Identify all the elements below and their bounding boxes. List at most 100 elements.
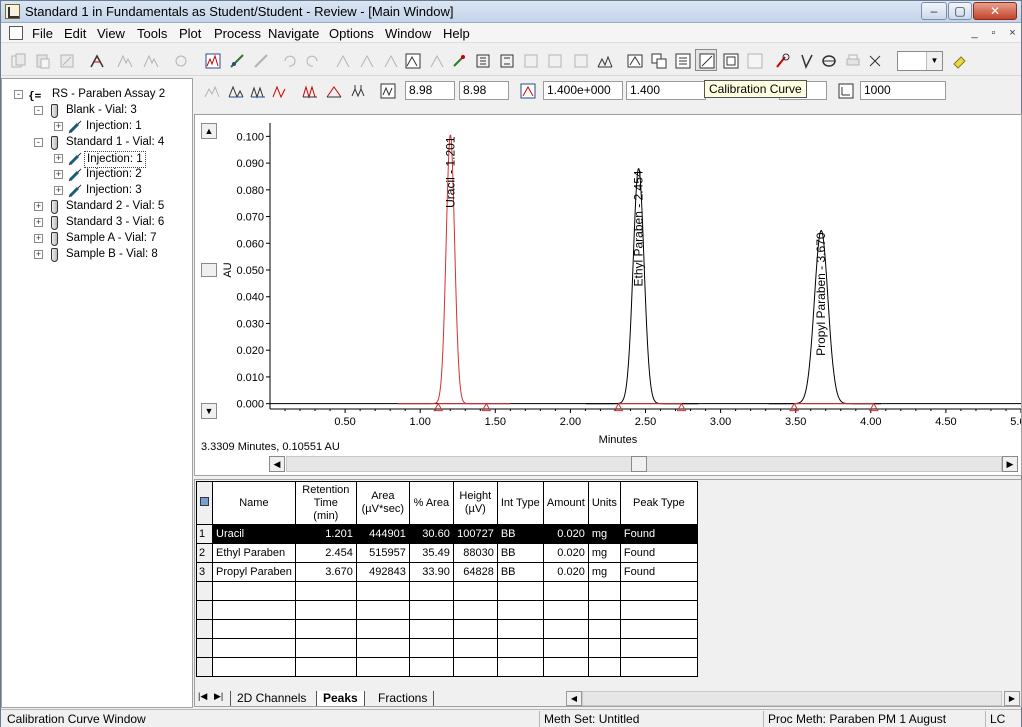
cell-height[interactable]: 88030 — [452, 543, 498, 563]
toolbar-print-icon[interactable] — [841, 49, 863, 71]
empty-cell[interactable] — [587, 638, 621, 658]
toolbar-peak2-icon[interactable] — [139, 49, 161, 71]
empty-cell[interactable] — [355, 638, 410, 658]
row-number[interactable] — [196, 600, 213, 620]
toolbar-refresh-icon[interactable] — [169, 49, 191, 71]
toolbar-copy-icon[interactable] — [7, 49, 29, 71]
expand-icon[interactable]: + — [54, 122, 63, 131]
chevron-down-icon[interactable]: ▼ — [926, 52, 942, 70]
empty-cell[interactable] — [355, 581, 410, 601]
empty-cell[interactable] — [408, 638, 454, 658]
grid-scroll-right-button[interactable]: ▶ — [1004, 691, 1020, 706]
empty-cell[interactable] — [496, 638, 544, 658]
grid-scroll-left-button[interactable]: ◀ — [566, 691, 582, 706]
cell-amount[interactable]: 0.020 — [542, 543, 589, 563]
cell-pct[interactable]: 30.60 — [408, 524, 454, 544]
plot-tool5-icon[interactable] — [298, 79, 320, 101]
empty-cell[interactable] — [212, 600, 296, 620]
empty-cell[interactable] — [587, 581, 621, 601]
table-row[interactable]: 3 Propyl Paraben 3.670 492843 33.90 64828 BB 0.… — [196, 562, 698, 582]
cell-type[interactable]: Found — [619, 562, 698, 582]
cell-area[interactable]: 492843 — [355, 562, 410, 582]
col-pct-area[interactable]: % Area — [408, 481, 454, 525]
empty-cell[interactable] — [619, 581, 698, 601]
row-number[interactable]: 2 — [196, 543, 213, 563]
toolbar-event10-icon[interactable] — [543, 49, 565, 71]
toolbar-tool4-icon[interactable] — [863, 49, 885, 71]
menu-options[interactable]: Options — [329, 26, 374, 41]
cell-height[interactable]: 100727 — [452, 524, 498, 544]
row-number[interactable] — [196, 619, 213, 639]
empty-cell[interactable] — [496, 600, 544, 620]
menu-edit[interactable]: Edit — [64, 26, 86, 41]
empty-cell[interactable] — [408, 657, 454, 677]
col-units[interactable]: Units — [587, 481, 621, 525]
empty-row[interactable] — [196, 581, 698, 601]
empty-cell[interactable] — [212, 581, 296, 601]
empty-cell[interactable] — [542, 619, 589, 639]
collapse-icon[interactable]: - — [34, 106, 43, 115]
cell-int[interactable]: BB — [496, 562, 544, 582]
collapse-icon[interactable]: - — [34, 138, 43, 147]
empty-cell[interactable] — [542, 657, 589, 677]
row-number[interactable]: 3 — [196, 562, 213, 582]
expand-icon[interactable]: + — [34, 250, 43, 259]
plot-yscale-icon[interactable] — [516, 79, 538, 101]
tab-peaks[interactable]: Peaks — [316, 691, 365, 706]
empty-cell[interactable] — [619, 619, 698, 639]
menu-navigate[interactable]: Navigate — [268, 26, 319, 41]
toolbar-calibration-curve-icon[interactable] — [695, 49, 717, 71]
toolbar-view3-icon[interactable] — [671, 49, 693, 71]
toolbar-view2-icon[interactable] — [647, 49, 669, 71]
empty-cell[interactable] — [587, 657, 621, 677]
toolbar-event7-icon[interactable] — [471, 49, 493, 71]
plot-tool7-icon[interactable] — [346, 79, 368, 101]
cell-units[interactable]: mg — [587, 562, 621, 582]
grid-corner-icon[interactable] — [196, 481, 213, 525]
cell-area[interactable]: 515957 — [355, 543, 410, 563]
toolbar-view6-icon[interactable] — [743, 49, 765, 71]
table-row[interactable]: 1 Uracil 1.201 444901 30.60 100727 BB 0.020 mg Fo… — [196, 524, 698, 544]
plot-scale-icon[interactable] — [834, 79, 856, 101]
empty-cell[interactable] — [355, 619, 410, 639]
menu-help[interactable]: Help — [443, 26, 470, 41]
empty-cell[interactable] — [212, 638, 296, 658]
empty-cell[interactable] — [496, 619, 544, 639]
toolbar-event8-icon[interactable] — [495, 49, 517, 71]
col-int-type[interactable]: Int Type — [496, 481, 544, 525]
expand-icon[interactable]: + — [34, 234, 43, 243]
empty-cell[interactable] — [619, 638, 698, 658]
toolbar-paste-icon[interactable] — [31, 49, 53, 71]
toolbar-peak1-icon[interactable] — [113, 49, 135, 71]
empty-row[interactable] — [196, 638, 698, 658]
toolbar-event6-icon[interactable] — [447, 49, 469, 71]
empty-cell[interactable] — [212, 619, 296, 639]
close-button[interactable]: ✕ — [973, 2, 1017, 20]
empty-cell[interactable] — [542, 638, 589, 658]
cell-pct[interactable]: 33.90 — [408, 562, 454, 582]
cell-name[interactable]: Propyl Paraben — [212, 562, 296, 582]
empty-cell[interactable] — [294, 638, 357, 658]
empty-cell[interactable] — [355, 600, 410, 620]
empty-cell[interactable] — [619, 657, 698, 677]
cell-units[interactable]: mg — [587, 543, 621, 563]
toolbar-event1-icon[interactable] — [331, 49, 353, 71]
document-icon[interactable] — [9, 26, 23, 40]
plot-field-3[interactable]: 1.400e+000 — [543, 81, 623, 100]
plot-tool4-icon[interactable] — [268, 79, 290, 101]
toolbar-export-icon[interactable] — [55, 49, 77, 71]
plot-field-4[interactable]: 1.400 — [626, 81, 706, 100]
expand-icon[interactable]: + — [54, 154, 63, 163]
plot-tool3-icon[interactable] — [246, 79, 268, 101]
grid-scroll-track[interactable] — [582, 691, 1002, 706]
cell-rt[interactable]: 3.670 — [294, 562, 357, 582]
empty-cell[interactable] — [587, 619, 621, 639]
empty-cell[interactable] — [294, 657, 357, 677]
toolbar-event5-icon[interactable] — [425, 49, 447, 71]
toolbar-suitability-icon[interactable] — [569, 49, 591, 71]
cell-amount[interactable]: 0.020 — [542, 562, 589, 582]
col-retention-time[interactable]: Retention Time (min) — [294, 481, 357, 525]
empty-cell[interactable] — [408, 600, 454, 620]
cell-type[interactable]: Found — [619, 524, 698, 544]
toolbar-chromatogram-icon[interactable] — [201, 49, 223, 71]
